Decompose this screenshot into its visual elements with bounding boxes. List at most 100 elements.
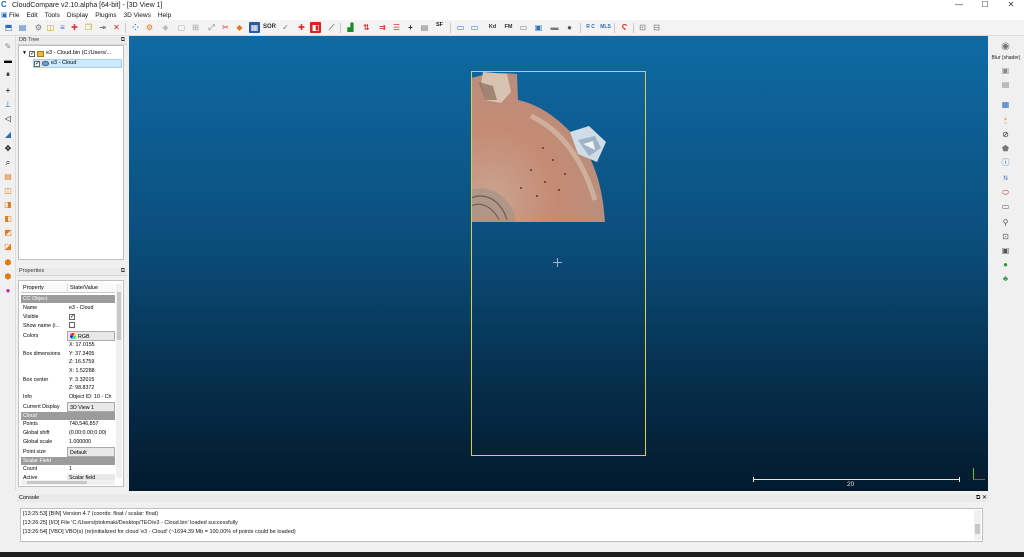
chart-icon[interactable]: ▟ [345,22,356,33]
list-icon[interactable]: ≡ [57,22,68,33]
scalar-field-button[interactable]: SF [434,22,445,33]
3d-view[interactable]: 20 [129,36,988,491]
hpr-icon[interactable]: Ϛ [619,22,630,33]
view-right-icon[interactable]: ◩ [3,228,13,237]
translate-icon[interactable]: ⤢ [206,22,217,33]
cylinder-icon[interactable]: ▭ [1000,202,1011,212]
settings-gear-icon[interactable]: ⚙ [33,22,44,33]
kd-tree-button[interactable]: Kd [487,22,498,33]
view-iso1-icon[interactable]: ⬢ [3,258,13,267]
orthographic-icon[interactable]: ◢ [3,130,13,139]
minimize-button[interactable]: — [946,0,972,10]
light-icon[interactable]: 🕯 [1000,116,1011,126]
shader-b-icon[interactable]: ▤ [1000,80,1011,90]
properties-scrollbar-v[interactable] [116,284,122,478]
view-front-icon[interactable]: ◫ [3,186,13,195]
plugin-a-icon[interactable]: ⊡ [637,22,648,33]
scissors-icon[interactable]: ⟋ [326,22,337,33]
merge-icon[interactable]: ✚ [69,22,80,33]
blur-shader-icon[interactable]: ◉ [1000,42,1011,52]
export-icon[interactable]: ⇥ [97,22,108,33]
rotate-axis-icon[interactable]: ⊥ [3,100,13,109]
view-bottom-icon[interactable]: ◪ [3,242,13,251]
menu-tools[interactable]: Tools [45,12,60,19]
pick-point-icon[interactable]: ✚ [296,22,307,33]
cut-plane-icon[interactable]: ◧ [310,22,321,33]
sf-gradient-icon[interactable]: ▭ [455,22,466,33]
camera-icon[interactable]: ▭ [518,22,529,33]
info-icon[interactable]: ⓘ [1000,158,1011,168]
color-scale-icon[interactable]: ● [3,286,13,295]
sphere-icon[interactable]: ● [564,22,575,33]
clip-icon[interactable]: ⊡ [1000,232,1011,242]
open-file-icon[interactable]: ⬒ [3,22,14,33]
menu-edit[interactable]: Edit [26,12,37,19]
move-icon[interactable]: ✥ [3,144,13,153]
mesh-icon[interactable]: ◈ [160,22,171,33]
zoom-icon[interactable]: ⌕ [3,158,13,167]
point-size-select[interactable]: Default [67,447,115,457]
stamp-icon[interactable]: ⚲ [1000,218,1011,228]
fm-button[interactable]: FM [503,22,514,33]
view-iso2-icon[interactable]: ⬢ [3,272,13,281]
ellipse-icon[interactable]: ⬭ [1000,188,1011,198]
tree-checkbox[interactable]: ✓ [28,50,35,57]
segment-icon[interactable]: ✂ [220,22,231,33]
save-icon[interactable]: ▤ [17,22,28,33]
colors-select[interactable]: RGB [67,331,115,341]
menu-plugins[interactable]: Plugins [95,12,116,19]
crop-icon[interactable]: ◆ [234,22,245,33]
pause-icon[interactable]: ⏸ [3,70,13,79]
screenshot-icon[interactable]: ▣ [1000,246,1011,256]
point-pivot-icon[interactable]: + [3,86,13,95]
screen-icon[interactable]: ▣ [533,22,544,33]
properties-scrollbar-h[interactable] [21,480,115,485]
render-icon[interactable]: ▬ [549,22,560,33]
table-icon[interactable]: ▤ [419,22,430,33]
plugin-b-icon[interactable]: ⊟ [651,22,662,33]
col-property[interactable]: Property [21,283,68,292]
north-icon[interactable]: N [1000,174,1011,184]
menu-3d-views[interactable]: 3D Views [124,12,151,19]
view-top-icon[interactable]: ▤ [3,172,13,181]
clone-icon[interactable]: ❐ [83,22,94,33]
tree-icon[interactable]: ♣ [1000,274,1011,284]
close-window-button[interactable]: ✕ [998,0,1024,10]
visible-checkbox[interactable]: ✓ [69,314,75,320]
grid-icon[interactable]: ▦ [249,22,260,33]
plus-icon[interactable]: + [405,22,416,33]
orient-icon[interactable]: ⊞ [190,22,201,33]
subsample-icon[interactable]: ⚙ [144,22,155,33]
sor-filter-button[interactable]: SOR [263,22,276,33]
maximize-button[interactable]: ☐ [972,0,998,10]
edit-pencil-icon[interactable]: ✎ [3,42,13,51]
tree-item-file[interactable]: ▼ ✓ e3 - Cloud.bin (C:/Users/... [22,49,111,58]
tree-item-cloud[interactable]: ✓ e3 - Cloud [33,59,122,68]
shield-icon[interactable]: ⬟ [1000,144,1011,154]
sf-arith-icon[interactable]: ▭ [469,22,480,33]
cloud-to-mesh-icon[interactable]: ☰ [391,22,402,33]
rc-button[interactable]: R C [585,22,596,33]
menu-help[interactable]: Help [158,12,171,19]
camera-mode-icon[interactable]: ▬ [3,56,13,65]
normals-icon[interactable]: ▢ [176,22,187,33]
mls-button[interactable]: MLS [600,22,611,33]
shader-a-icon[interactable]: ▣ [1000,66,1011,76]
col-value[interactable]: State/Value [68,283,98,292]
lod-icon[interactable]: ▦ [1000,100,1011,110]
distance-icon[interactable]: ⇅ [361,22,372,33]
console-scrollbar[interactable] [974,510,981,540]
show-name-checkbox[interactable] [69,322,75,328]
pin-icon[interactable]: ⧉ [121,37,125,44]
check-icon[interactable]: ✓ [280,22,291,33]
pivot-icon[interactable]: ◁ [3,114,13,123]
name-value[interactable]: e3 - Cloud [67,304,115,313]
globe-icon[interactable]: ● [1000,260,1011,270]
expand-arrow-icon[interactable]: ▼ [22,49,27,58]
properties-icon[interactable]: ◫ [45,22,56,33]
menu-file[interactable]: File [9,12,19,19]
console-dock-controls[interactable]: ⧉ ✕ [976,494,987,502]
delete-icon[interactable]: ✕ [111,22,122,33]
pin-icon[interactable]: ⧉ [121,268,125,275]
sample-points-icon[interactable]: ⁘ [130,22,141,33]
